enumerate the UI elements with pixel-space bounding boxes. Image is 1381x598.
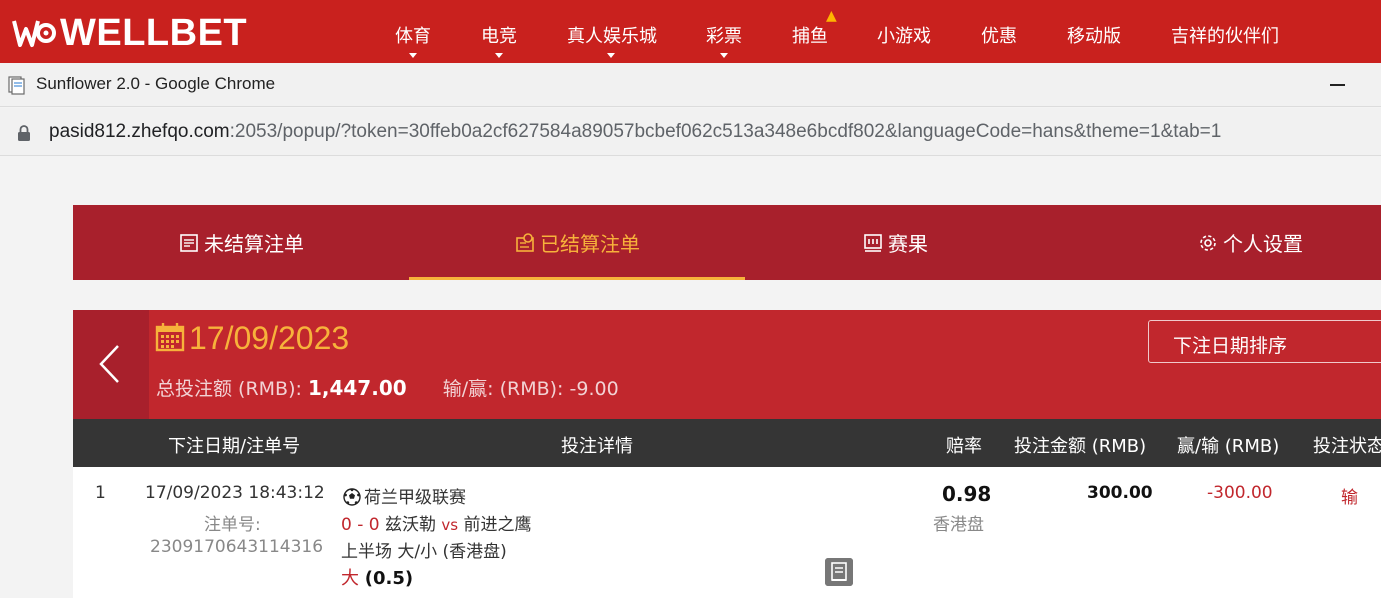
- tab-results[interactable]: 赛果: [745, 205, 1045, 280]
- logo-mark-icon: [12, 20, 56, 47]
- wellbet-logo[interactable]: WELLBET: [12, 14, 247, 52]
- lock-icon[interactable]: [17, 124, 31, 142]
- stake-value: 300.00: [1087, 483, 1153, 503]
- bet-status: 输: [1341, 488, 1358, 508]
- tab-label: 个人设置: [1223, 232, 1303, 256]
- vs-label: vs: [441, 516, 459, 534]
- col-stake: 投注金额 (RMB): [1014, 436, 1147, 457]
- page-icon: [8, 76, 25, 95]
- summary-header: 17/09/2023 总投注额 (RMB): 1,447.00 输/赢: (RM…: [73, 310, 1381, 419]
- home-team: 兹沃勒: [384, 515, 436, 535]
- league-name: 荷兰甲级联赛: [364, 488, 466, 508]
- selection-handicap: (0.5): [364, 568, 414, 589]
- site-header: WELLBET 体育 电竞 真人娱乐城 彩票 捕鱼 ▲ 小游戏 优惠 移动版 吉…: [0, 0, 1381, 63]
- address-bar[interactable]: pasid812.zhefqo.com:2053/popup/?token=30…: [0, 108, 1381, 156]
- chevron-down-icon: [409, 53, 417, 58]
- chevron-down-icon: [495, 53, 503, 58]
- tab-pending-bets[interactable]: 未结算注单: [73, 205, 409, 280]
- nav-esports[interactable]: 电竞: [481, 22, 517, 48]
- nav-live-casino[interactable]: 真人娱乐城: [567, 22, 657, 48]
- tab-label: 未结算注单: [204, 232, 304, 256]
- logo-text: WELLBET: [60, 12, 248, 54]
- nav-fishing[interactable]: 捕鱼: [792, 22, 828, 48]
- total-stake-value: 1,447.00: [307, 376, 407, 400]
- tab-settled-bets[interactable]: 已结算注单: [409, 205, 745, 280]
- away-team: 前进之鹰: [463, 515, 532, 535]
- totals-line: 总投注额 (RMB): 1,447.00 输/赢: (RMB): -9.00: [156, 374, 619, 401]
- match-line: 0 - 0 兹沃勒 vs 前进之鹰: [341, 510, 532, 535]
- nav-sports[interactable]: 体育: [395, 22, 431, 48]
- win-loss-label: 输/赢: (RMB):: [442, 378, 564, 400]
- selected-date[interactable]: 17/09/2023: [189, 320, 349, 357]
- tab-label: 已结算注单: [540, 232, 640, 256]
- chevron-down-icon: [607, 53, 615, 58]
- tab-label: 赛果: [888, 232, 928, 256]
- odds-value: 0.98: [942, 482, 992, 506]
- market: 上半场 大/小 (香港盘): [341, 542, 507, 562]
- sort-label: 下注日期排序: [1173, 335, 1288, 357]
- minimize-button[interactable]: [1324, 73, 1364, 97]
- nav-mini-games[interactable]: 小游戏: [877, 22, 931, 48]
- ticket-label: 注单号:: [204, 515, 261, 535]
- row-index: 1: [95, 483, 106, 503]
- settled-bets-icon: [516, 232, 534, 252]
- col-date-ticket: 下注日期/注单号: [168, 436, 301, 457]
- bet-datetime: 17/09/2023 18:43:12: [145, 483, 325, 503]
- total-stake-label: 总投注额 (RMB):: [156, 378, 302, 400]
- league-line: 荷兰甲级联赛: [343, 483, 466, 508]
- col-bet-details: 投注详情: [561, 436, 633, 457]
- sort-dropdown[interactable]: 下注日期排序: [1148, 320, 1381, 363]
- chevron-down-icon: [720, 53, 728, 58]
- nav-partners[interactable]: 吉祥的伙伴们: [1171, 22, 1279, 48]
- active-tab-indicator: [409, 277, 745, 280]
- url-host: pasid812.zhefqo.com: [49, 121, 230, 142]
- chevron-left-icon: [99, 345, 119, 383]
- nav-mobile[interactable]: 移动版: [1067, 22, 1121, 48]
- tab-settings[interactable]: 个人设置: [1113, 205, 1381, 280]
- results-icon: [864, 233, 882, 252]
- back-button[interactable]: [73, 310, 149, 419]
- table-row: 1 17/09/2023 18:43:12 注单号: 2309170643114…: [73, 467, 1381, 598]
- browser-title-bar: Sunflower 2.0 - Google Chrome: [0, 63, 1381, 107]
- url-path: :2053/popup/?token=30ffeb0a2cf627584a890…: [229, 121, 1222, 142]
- odds-type: 香港盘: [933, 515, 984, 535]
- col-odds: 赔率: [946, 436, 982, 457]
- bet-tabs: 未结算注单 已结算注单 赛果 个人设置: [73, 205, 1381, 280]
- gear-icon: [1200, 234, 1216, 251]
- window-title: Sunflower 2.0 - Google Chrome: [36, 74, 276, 93]
- table-header: 下注日期/注单号 投注详情 赔率 投注金额 (RMB) 赢/输 (RMB) 投注…: [73, 419, 1381, 467]
- selection-line: 大 (0.5): [341, 564, 413, 590]
- win-loss-value: -9.00: [569, 378, 619, 400]
- soccer-ball-icon: [343, 488, 361, 506]
- nav-lottery[interactable]: 彩票: [706, 22, 742, 48]
- nav-promotions[interactable]: 优惠: [981, 22, 1017, 48]
- col-win-loss: 赢/输 (RMB): [1177, 436, 1280, 457]
- pending-bets-icon: [180, 233, 198, 252]
- selection: 大: [341, 568, 359, 589]
- flame-icon: ▲: [826, 8, 837, 24]
- ticket-number: 2309170643114316: [150, 537, 324, 557]
- url-text[interactable]: pasid812.zhefqo.com:2053/popup/?token=30…: [49, 121, 1221, 143]
- col-status: 投注状态: [1313, 436, 1381, 457]
- score: 0 - 0: [341, 515, 380, 535]
- win-loss-amount: -300.00: [1207, 483, 1273, 503]
- calendar-icon[interactable]: [155, 322, 185, 352]
- receipt-icon[interactable]: [825, 558, 853, 586]
